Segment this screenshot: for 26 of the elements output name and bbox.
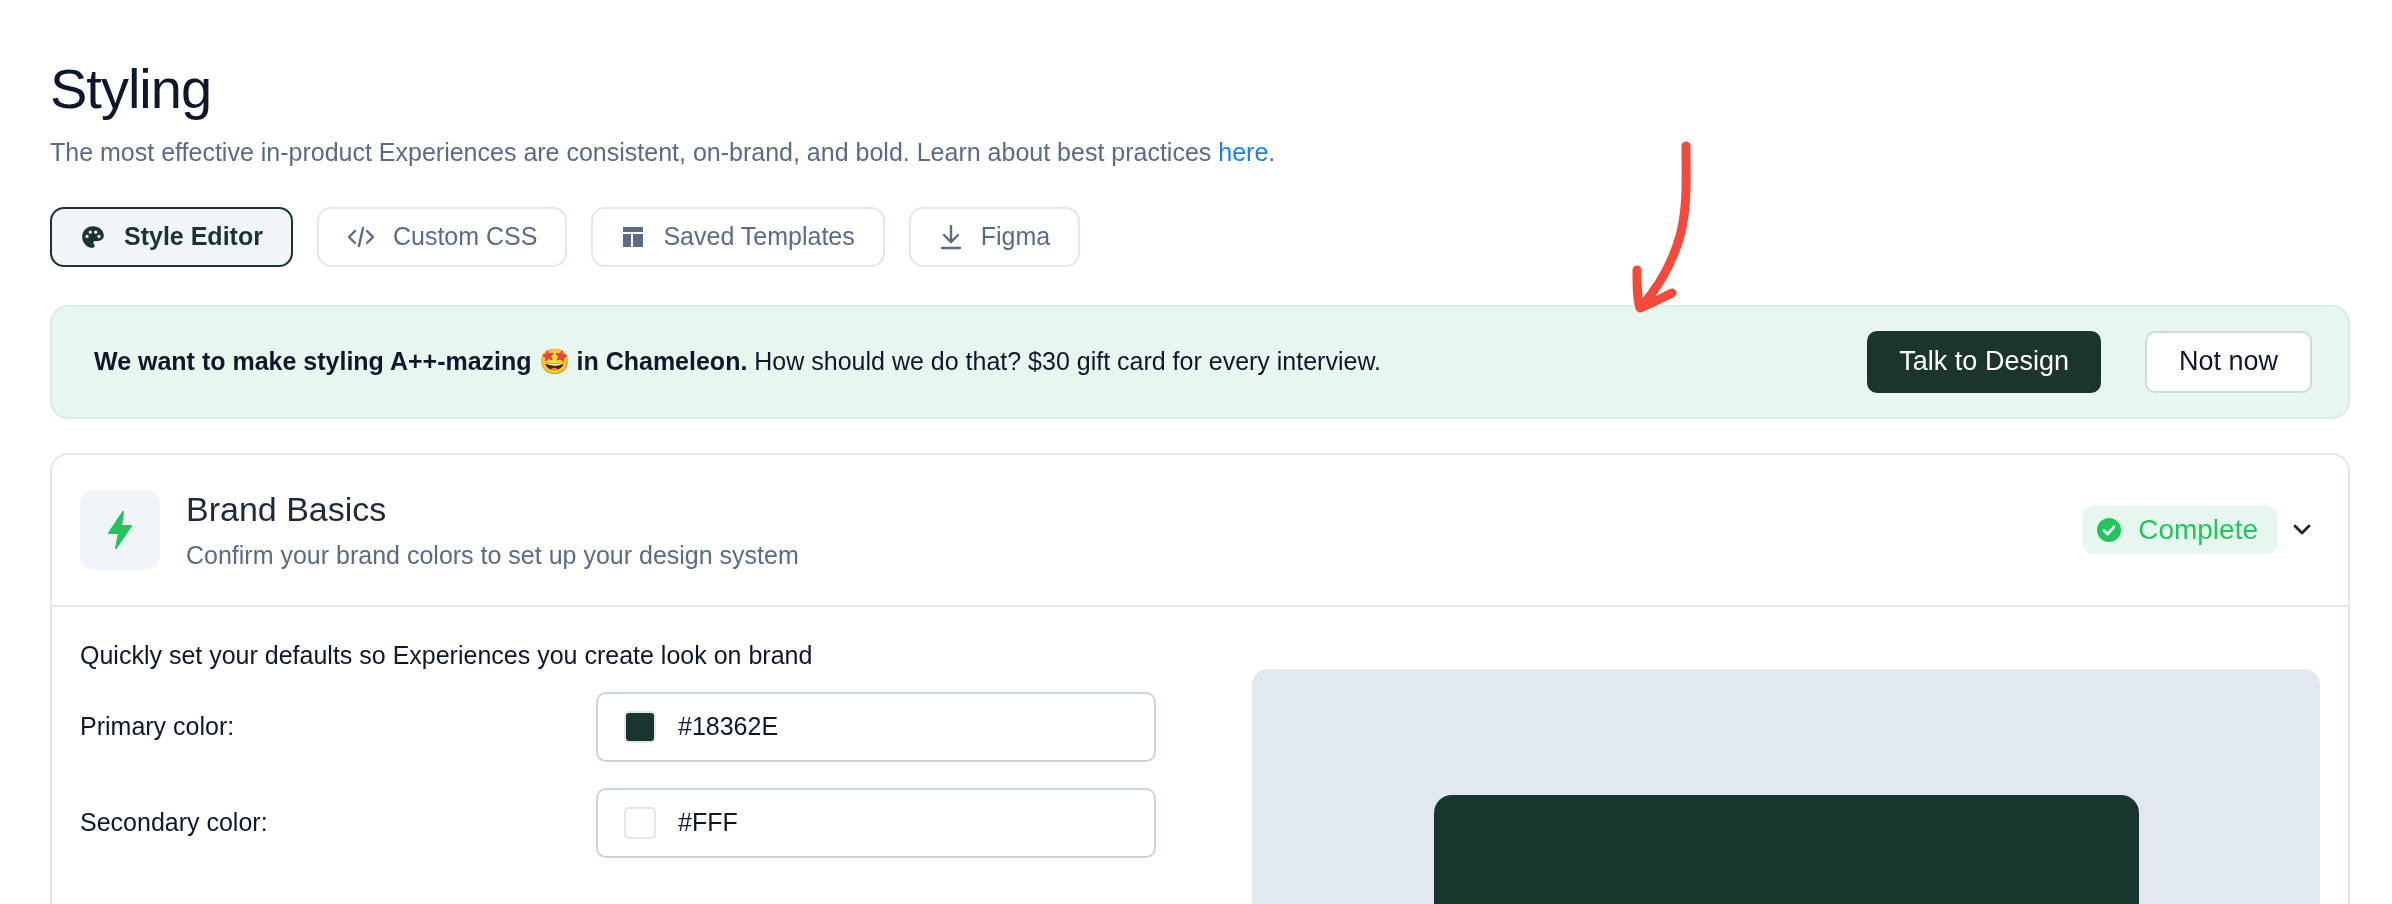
lightning-icon bbox=[80, 489, 160, 570]
section-intro: Quickly set your defaults so Experiences you create look on brand bbox=[80, 639, 814, 670]
tab[interactable]: Saved Templates bbox=[591, 206, 885, 267]
palette-icon bbox=[80, 223, 106, 250]
page-title: Styling bbox=[50, 56, 213, 120]
color-swatch bbox=[624, 710, 656, 743]
not-now-button[interactable]: Not now bbox=[2144, 330, 2312, 393]
tab[interactable]: Custom CSS bbox=[316, 206, 568, 267]
template-icon bbox=[621, 224, 646, 249]
color-input-field[interactable]: #FFF bbox=[596, 787, 1156, 858]
here-link[interactable]: here bbox=[1218, 137, 1269, 166]
section-title: Brand Basics bbox=[186, 489, 388, 529]
color-input-field[interactable]: #18362E bbox=[596, 691, 1156, 762]
field-label: Secondary color: bbox=[80, 808, 268, 838]
check-circle-icon bbox=[2096, 516, 2123, 543]
page-description: The most effective in-product Experiences are consistent, on-brand, and bold. Learn about best practices here. bbox=[50, 137, 1277, 167]
talk-to-design-button[interactable]: Talk to Design bbox=[1867, 330, 2101, 393]
color-swatch bbox=[624, 806, 656, 839]
section-subtitle: Confirm your brand colors to set up your design system bbox=[186, 540, 800, 570]
banner-message: We want to make styling A++-mazing 🤩 in Chameleon. How should we do that? $30 gift card for every interview. bbox=[94, 347, 1383, 377]
code-icon bbox=[346, 224, 375, 249]
status-badge: Complete bbox=[2082, 505, 2278, 554]
tab[interactable]: Style Editor bbox=[50, 206, 293, 267]
tab[interactable]: Figma bbox=[908, 206, 1081, 267]
download-icon bbox=[938, 223, 963, 250]
field-label: Primary color: bbox=[80, 712, 235, 742]
